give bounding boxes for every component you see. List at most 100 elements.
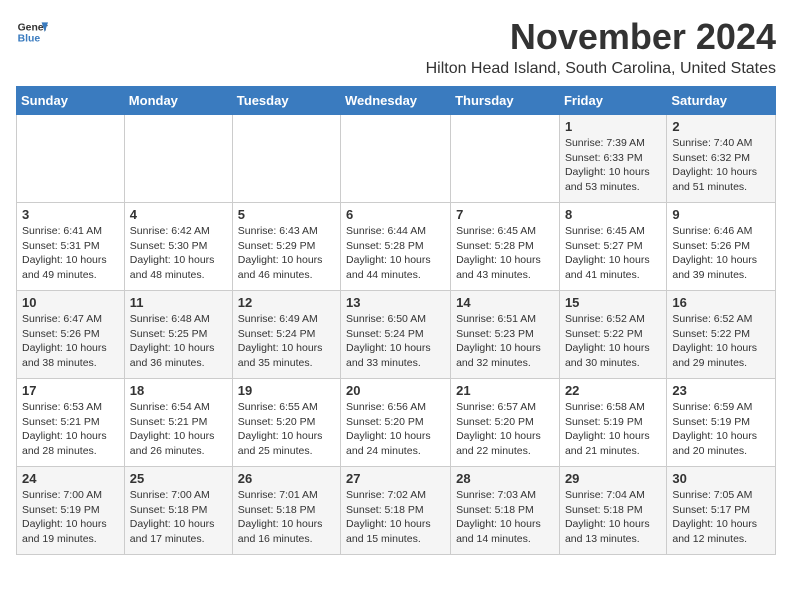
- day-info: Sunrise: 6:47 AM Sunset: 5:26 PM Dayligh…: [22, 312, 119, 371]
- day-number: 22: [565, 383, 661, 398]
- day-info: Sunrise: 7:03 AM Sunset: 5:18 PM Dayligh…: [456, 488, 554, 547]
- day-info: Sunrise: 6:54 AM Sunset: 5:21 PM Dayligh…: [130, 400, 227, 459]
- day-header-thursday: Thursday: [451, 87, 560, 115]
- day-info: Sunrise: 7:05 AM Sunset: 5:17 PM Dayligh…: [672, 488, 770, 547]
- calendar-cell: 30 Sunrise: 7:05 AM Sunset: 5:17 PM Dayli…: [667, 467, 776, 555]
- calendar-cell: 3 Sunrise: 6:41 AM Sunset: 5:31 PM Daylig…: [17, 203, 125, 291]
- day-info: Sunrise: 6:58 AM Sunset: 5:19 PM Dayligh…: [565, 400, 661, 459]
- calendar-cell: [232, 115, 340, 203]
- day-header-monday: Monday: [124, 87, 232, 115]
- calendar-cell: 17 Sunrise: 6:53 AM Sunset: 5:21 PM Dayli…: [17, 379, 125, 467]
- day-info: Sunrise: 6:49 AM Sunset: 5:24 PM Dayligh…: [238, 312, 335, 371]
- day-number: 16: [672, 295, 770, 310]
- day-number: 30: [672, 471, 770, 486]
- calendar-cell: 29Sunrise: 7:04 AM Sunset: 5:18 PM Dayli…: [559, 467, 666, 555]
- calendar-cell: 28 Sunrise: 7:03 AM Sunset: 5:18 PM Dayli…: [451, 467, 560, 555]
- calendar-cell: 24 Sunrise: 7:00 AM Sunset: 5:19 PM Dayli…: [17, 467, 125, 555]
- day-info: Sunrise: 6:44 AM Sunset: 5:28 PM Dayligh…: [346, 224, 445, 283]
- calendar-cell: 27 Sunrise: 7:02 AM Sunset: 5:18 PM Dayli…: [341, 467, 451, 555]
- day-info: Sunrise: 6:45 AM Sunset: 5:28 PM Dayligh…: [456, 224, 554, 283]
- day-number: 20: [346, 383, 445, 398]
- day-header-sunday: Sunday: [17, 87, 125, 115]
- calendar-cell: 14Sunrise: 6:51 AM Sunset: 5:23 PM Dayli…: [451, 291, 560, 379]
- day-info: Sunrise: 6:50 AM Sunset: 5:24 PM Dayligh…: [346, 312, 445, 371]
- calendar-cell: 9 Sunrise: 6:46 AM Sunset: 5:26 PM Daylig…: [667, 203, 776, 291]
- calendar-cell: 8 Sunrise: 6:45 AM Sunset: 5:27 PM Daylig…: [559, 203, 666, 291]
- calendar-cell: 12 Sunrise: 6:49 AM Sunset: 5:24 PM Dayli…: [232, 291, 340, 379]
- day-number: 12: [238, 295, 335, 310]
- day-info: Sunrise: 6:53 AM Sunset: 5:21 PM Dayligh…: [22, 400, 119, 459]
- day-number: 3: [22, 207, 119, 222]
- day-number: 25: [130, 471, 227, 486]
- day-info: Sunrise: 6:42 AM Sunset: 5:30 PM Dayligh…: [130, 224, 227, 283]
- day-number: 19: [238, 383, 335, 398]
- day-number: 5: [238, 207, 335, 222]
- day-number: 28: [456, 471, 554, 486]
- day-info: Sunrise: 7:01 AM Sunset: 5:18 PM Dayligh…: [238, 488, 335, 547]
- calendar-cell: 11 Sunrise: 6:48 AM Sunset: 5:25 PM Dayli…: [124, 291, 232, 379]
- calendar-cell: [17, 115, 125, 203]
- day-info: Sunrise: 6:59 AM Sunset: 5:19 PM Dayligh…: [672, 400, 770, 459]
- calendar-cell: 7 Sunrise: 6:45 AM Sunset: 5:28 PM Daylig…: [451, 203, 560, 291]
- day-info: Sunrise: 7:02 AM Sunset: 5:18 PM Dayligh…: [346, 488, 445, 547]
- day-number: 8: [565, 207, 661, 222]
- day-info: Sunrise: 6:45 AM Sunset: 5:27 PM Dayligh…: [565, 224, 661, 283]
- day-header-wednesday: Wednesday: [341, 87, 451, 115]
- day-info: Sunrise: 6:46 AM Sunset: 5:26 PM Dayligh…: [672, 224, 770, 283]
- calendar-cell: 25 Sunrise: 7:00 AM Sunset: 5:18 PM Dayli…: [124, 467, 232, 555]
- calendar-cell: 2 Sunrise: 7:40 AM Sunset: 6:32 PM Daylig…: [667, 115, 776, 203]
- day-number: 1: [565, 119, 661, 134]
- day-info: Sunrise: 7:40 AM Sunset: 6:32 PM Dayligh…: [672, 136, 770, 195]
- day-info: Sunrise: 6:48 AM Sunset: 5:25 PM Dayligh…: [130, 312, 227, 371]
- day-info: Sunrise: 7:39 AM Sunset: 6:33 PM Dayligh…: [565, 136, 661, 195]
- calendar-cell: 23 Sunrise: 6:59 AM Sunset: 5:19 PM Dayli…: [667, 379, 776, 467]
- calendar-cell: 19Sunrise: 6:55 AM Sunset: 5:20 PM Dayli…: [232, 379, 340, 467]
- calendar-cell: 16 Sunrise: 6:52 AM Sunset: 5:22 PM Dayli…: [667, 291, 776, 379]
- day-number: 10: [22, 295, 119, 310]
- month-title: November 2024: [426, 16, 776, 58]
- day-number: 17: [22, 383, 119, 398]
- day-info: Sunrise: 7:00 AM Sunset: 5:19 PM Dayligh…: [22, 488, 119, 547]
- day-info: Sunrise: 6:52 AM Sunset: 5:22 PM Dayligh…: [565, 312, 661, 371]
- location-title: Hilton Head Island, South Carolina, Unit…: [426, 60, 776, 78]
- day-header-tuesday: Tuesday: [232, 87, 340, 115]
- day-header-friday: Friday: [559, 87, 666, 115]
- day-info: Sunrise: 6:52 AM Sunset: 5:22 PM Dayligh…: [672, 312, 770, 371]
- calendar-cell: 20 Sunrise: 6:56 AM Sunset: 5:20 PM Dayli…: [341, 379, 451, 467]
- svg-text:Blue: Blue: [18, 34, 41, 45]
- day-number: 15: [565, 295, 661, 310]
- day-number: 26: [238, 471, 335, 486]
- day-info: Sunrise: 7:00 AM Sunset: 5:18 PM Dayligh…: [130, 488, 227, 547]
- calendar-cell: 13Sunrise: 6:50 AM Sunset: 5:24 PM Dayli…: [341, 291, 451, 379]
- day-header-saturday: Saturday: [667, 87, 776, 115]
- day-number: 23: [672, 383, 770, 398]
- day-number: 4: [130, 207, 227, 222]
- day-number: 9: [672, 207, 770, 222]
- day-number: 7: [456, 207, 554, 222]
- day-number: 27: [346, 471, 445, 486]
- calendar-cell: 18 Sunrise: 6:54 AM Sunset: 5:21 PM Dayli…: [124, 379, 232, 467]
- day-number: 11: [130, 295, 227, 310]
- calendar-cell: [124, 115, 232, 203]
- day-info: Sunrise: 6:57 AM Sunset: 5:20 PM Dayligh…: [456, 400, 554, 459]
- calendar-cell: 6 Sunrise: 6:44 AM Sunset: 5:28 PM Daylig…: [341, 203, 451, 291]
- day-number: 6: [346, 207, 445, 222]
- day-number: 2: [672, 119, 770, 134]
- day-info: Sunrise: 6:41 AM Sunset: 5:31 PM Dayligh…: [22, 224, 119, 283]
- title-block: November 2024 Hilton Head Island, South …: [426, 16, 776, 78]
- day-number: 21: [456, 383, 554, 398]
- day-number: 18: [130, 383, 227, 398]
- calendar-cell: 26 Sunrise: 7:01 AM Sunset: 5:18 PM Dayli…: [232, 467, 340, 555]
- calendar-cell: 21 Sunrise: 6:57 AM Sunset: 5:20 PM Dayli…: [451, 379, 560, 467]
- day-info: Sunrise: 6:43 AM Sunset: 5:29 PM Dayligh…: [238, 224, 335, 283]
- day-info: Sunrise: 6:56 AM Sunset: 5:20 PM Dayligh…: [346, 400, 445, 459]
- generalblue-logo-icon: General Blue: [16, 16, 48, 48]
- calendar-cell: 22 Sunrise: 6:58 AM Sunset: 5:19 PM Dayli…: [559, 379, 666, 467]
- calendar-cell: [341, 115, 451, 203]
- day-number: 24: [22, 471, 119, 486]
- logo: General Blue: [16, 16, 48, 48]
- day-info: Sunrise: 7:04 AM Sunset: 5:18 PM Dayligh…: [565, 488, 661, 547]
- calendar-cell: 5 Sunrise: 6:43 AM Sunset: 5:29 PM Daylig…: [232, 203, 340, 291]
- calendar-cell: [451, 115, 560, 203]
- calendar-table: SundayMondayTuesdayWednesdayThursdayFrid…: [16, 86, 776, 555]
